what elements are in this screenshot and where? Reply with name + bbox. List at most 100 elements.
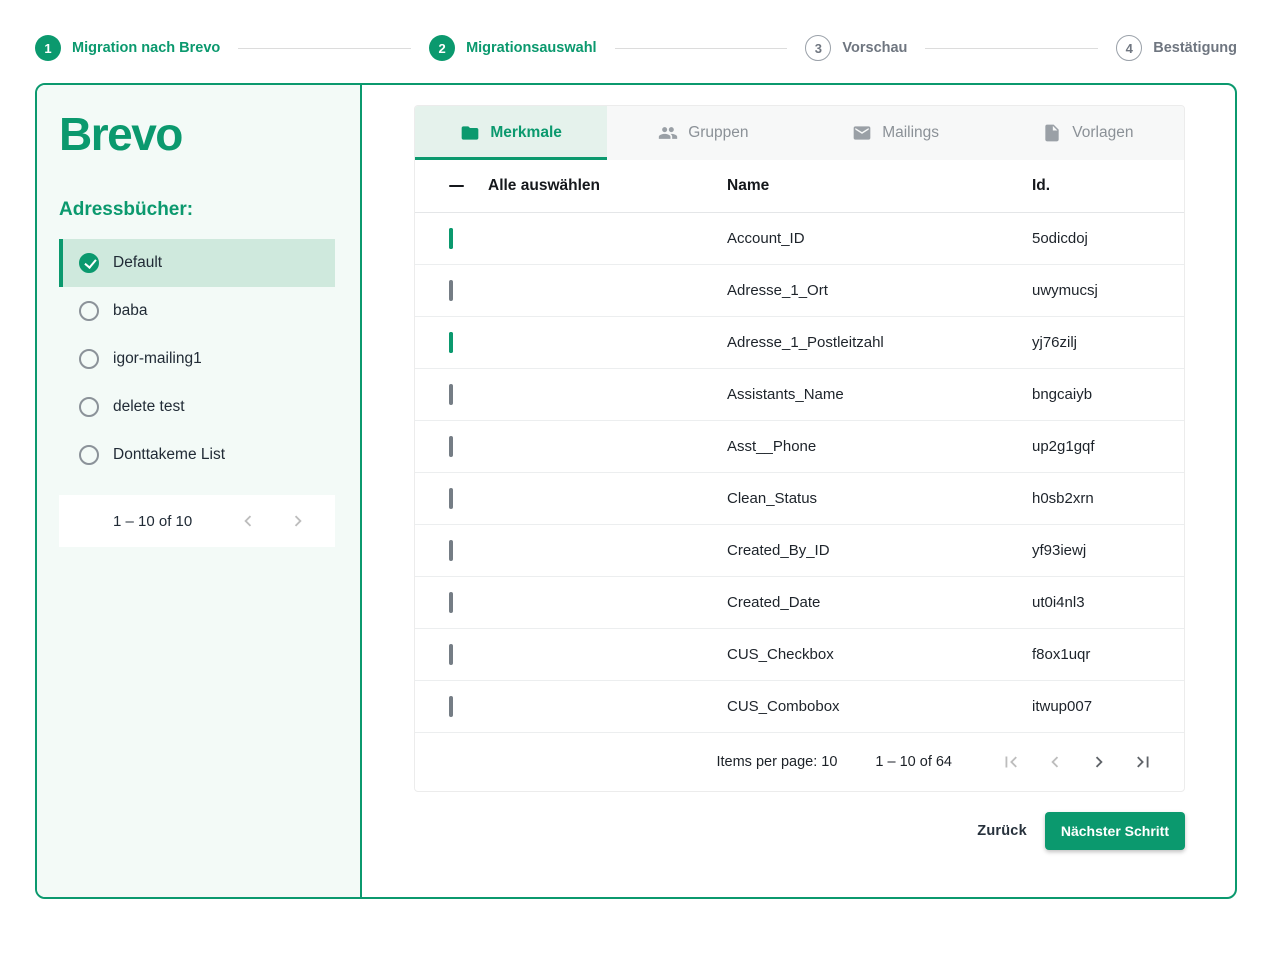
tab-merkmale[interactable]: Merkmale [415,106,608,160]
folder-icon [460,123,480,143]
row-checkbox[interactable] [449,384,453,405]
footer-actions: Zurück Nächster Schritt [414,812,1185,850]
row-checkbox[interactable] [449,488,453,509]
table-body: Account_ID 5odicdoj Adresse_1_Ort uwymuc… [415,213,1184,733]
addressbooks-heading: Adressbücher: [59,199,194,220]
back-button[interactable]: Zurück [977,823,1027,839]
tab-label: Merkmale [490,124,562,141]
radio-icon[interactable] [79,301,99,321]
column-header-name: Name [727,177,770,194]
step-connector [614,47,788,49]
addressbook-list: Default baba igor-mailing1 delete test Dontt… [59,239,335,479]
table-range: 1 – 10 of 64 [875,754,952,770]
table-row[interactable]: Account_ID 5odicdoj [415,213,1184,265]
tab-label: Mailings [882,124,940,141]
tab-label: Vorlagen [1072,124,1134,141]
column-header-id: Id. [1032,177,1051,194]
row-id: h0sb2xrn [1032,490,1094,507]
addressbook-pagination: 1 – 10 of 10 [59,495,335,547]
row-name: Clean_Status [727,490,818,507]
radio-icon[interactable] [79,349,99,369]
brevo-logo: Brevo [59,108,183,160]
row-checkbox[interactable] [449,696,453,717]
tab-gruppen[interactable]: Gruppen [607,106,799,160]
step-label: Vorschau [842,40,908,56]
row-id: uwymucsj [1032,282,1098,299]
row-name: CUS_Combobox [727,698,840,715]
table-row[interactable]: Adresse_1_Ort uwymucsj [415,265,1184,317]
step-number: 3 [805,35,832,61]
row-name: Adresse_1_Postleitzahl [727,334,884,351]
sidebar: Brevo Adressbücher: Default baba igor-mail… [37,85,362,897]
radio-icon[interactable] [79,445,99,465]
row-name: Asst__Phone [727,438,817,455]
table-row[interactable]: CUS_Combobox itwup007 [415,681,1184,733]
step-connector [925,47,1099,49]
row-id: itwup007 [1032,698,1093,715]
row-id: 5odicdoj [1032,230,1088,247]
select-all-checkbox[interactable] [449,185,464,187]
step-connector [238,47,412,49]
radio-icon[interactable] [79,397,99,417]
row-checkbox[interactable] [449,332,453,353]
next-page-icon[interactable] [287,510,309,532]
next-step-button[interactable]: Nächster Schritt [1044,812,1185,850]
tab-mailings[interactable]: Mailings [800,106,992,160]
table-row[interactable]: Adresse_1_Postleitzahl yj76zilj [415,317,1184,369]
row-id: yj76zilj [1032,334,1078,351]
addressbook-label: delete test [113,398,185,415]
row-checkbox[interactable] [449,228,453,249]
step-2: 2 Migrationsauswahl [429,35,597,61]
previous-page-icon[interactable] [237,510,259,532]
table-row[interactable]: Clean_Status h0sb2xrn [415,473,1184,525]
step-number: 1 [35,35,61,61]
addressbook-label: Default [113,254,163,271]
content-area: Merkmale Gruppen Mailings Vorlagen Alle aus… [362,85,1235,897]
table-row[interactable]: CUS_Checkbox f8ox1uqr [415,629,1184,681]
file-icon [1042,123,1062,143]
table-row[interactable]: Assistants_Name bngcaiyb [415,369,1184,421]
step-number: 4 [1116,35,1143,61]
addressbook-item[interactable]: baba [59,287,335,335]
table-pagination: Items per page: 10 1 – 10 of 64 [415,733,1184,791]
addressbook-label: igor-mailing1 [113,350,202,367]
row-checkbox[interactable] [449,644,453,665]
step-4: 4 Bestätigung [1116,35,1237,61]
row-name: Account_ID [727,230,805,247]
row-checkbox[interactable] [449,436,453,457]
step-1: 1 Migration nach Brevo [35,35,220,61]
table-row[interactable]: Asst__Phone up2g1gqf [415,421,1184,473]
row-id: ut0i4nl3 [1032,594,1085,611]
items-per-page-label: Items per page: 10 [716,754,838,770]
last-page-icon[interactable] [1132,751,1154,773]
table-row[interactable]: Created_Date ut0i4nl3 [415,577,1184,629]
previous-page-icon[interactable] [1044,751,1066,773]
row-checkbox[interactable] [449,280,453,301]
row-id: up2g1gqf [1032,438,1095,455]
row-checkbox[interactable] [449,540,453,561]
row-checkbox[interactable] [449,592,453,613]
step-label: Migration nach Brevo [72,40,221,56]
step-number: 2 [429,35,456,61]
tab-vorlagen[interactable]: Vorlagen [992,106,1184,160]
people-icon [658,123,678,143]
row-name: Created_Date [727,594,821,611]
mail-icon [852,123,872,143]
radio-selected-icon[interactable] [79,253,99,273]
step-label: Migrationsauswahl [466,40,597,56]
next-page-icon[interactable] [1088,751,1110,773]
addressbook-label: Donttakeme List [113,446,225,463]
stepper: 1 Migration nach Brevo 2 Migrationsauswahl 3… [0,0,1284,61]
migration-panel: Brevo Adressbücher: Default baba igor-mail… [35,83,1237,899]
addressbook-label: baba [113,302,148,319]
addressbook-item[interactable]: Default [59,239,335,287]
step-label: Bestätigung [1153,40,1238,56]
step-3: 3 Vorschau [805,35,907,61]
addressbook-item[interactable]: igor-mailing1 [59,335,335,383]
addressbook-item[interactable]: Donttakeme List [59,431,335,479]
table-row[interactable]: Created_By_ID yf93iewj [415,525,1184,577]
select-all-label: Alle auswählen [488,177,600,194]
first-page-icon[interactable] [1000,751,1022,773]
addressbook-item[interactable]: delete test [59,383,335,431]
tabs: Merkmale Gruppen Mailings Vorlagen [415,106,1184,160]
